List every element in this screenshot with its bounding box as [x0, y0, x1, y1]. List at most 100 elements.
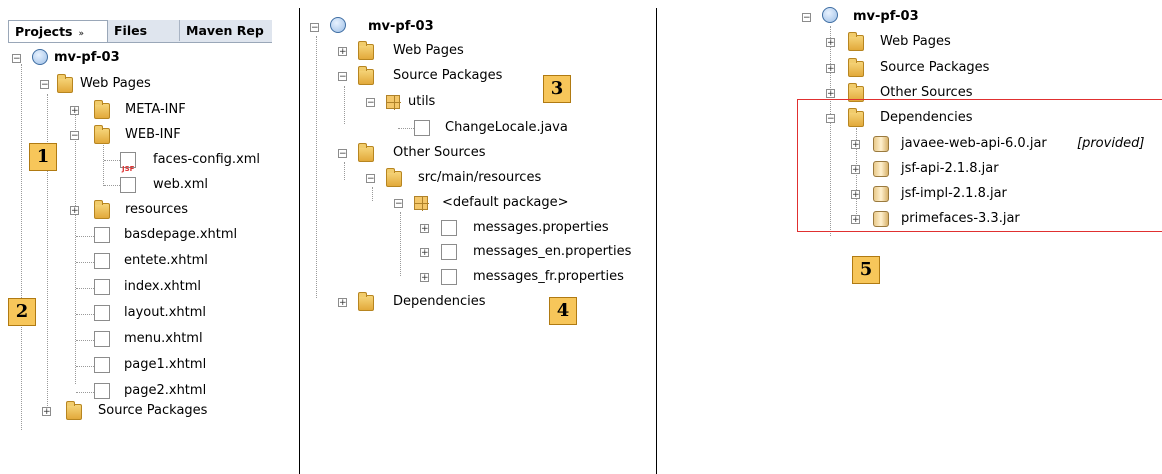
project-name: mv-pf-03	[54, 50, 120, 65]
jar-icon	[873, 186, 889, 202]
xhtml-file-icon	[94, 357, 110, 373]
tab-maven-label: Maven Rep	[186, 23, 264, 38]
project-name: mv-pf-03	[368, 19, 434, 34]
properties-label: messages_fr.properties	[473, 269, 624, 284]
jsf-config-file-icon: JSF	[120, 152, 136, 173]
separator	[299, 8, 300, 474]
web-xml-label: web.xml	[153, 177, 208, 192]
provided-scope-tag: [provided]	[1077, 136, 1145, 151]
dependencies-folder-icon	[848, 108, 864, 127]
xhtml-file-icon	[94, 227, 110, 243]
separator	[656, 8, 657, 474]
dependencies-label: Dependencies	[393, 294, 486, 309]
expand-icon[interactable]: +	[42, 407, 51, 417]
web-pages-label: Web Pages	[880, 34, 951, 49]
file-label: menu.xhtml	[124, 331, 203, 346]
tab-files[interactable]: Files	[108, 20, 180, 41]
collapse-icon[interactable]: −	[338, 72, 347, 82]
tab-maven-repositories[interactable]: Maven Rep	[180, 20, 272, 41]
collapse-icon[interactable]: −	[310, 23, 319, 33]
tab-bar: Projects » Files Maven Rep	[8, 20, 272, 43]
web-folder-icon	[57, 74, 73, 93]
collapse-icon[interactable]: −	[70, 131, 79, 141]
default-package-label: <default package>	[442, 195, 569, 210]
folder-icon	[94, 100, 110, 119]
expand-icon[interactable]: +	[420, 248, 429, 258]
folder-icon	[94, 125, 110, 144]
file-label: page2.xhtml	[124, 383, 207, 398]
dependencies-label: Dependencies	[880, 110, 973, 125]
expand-icon[interactable]: +	[338, 298, 347, 308]
web-folder-icon	[848, 32, 864, 51]
jar-icon	[873, 211, 889, 227]
expand-icon[interactable]: +	[420, 273, 429, 283]
properties-file-icon	[441, 220, 457, 236]
source-folder-icon	[358, 66, 374, 85]
source-packages-label: Source Packages	[880, 60, 990, 75]
file-label: basdepage.xhtml	[124, 227, 238, 242]
collapse-icon[interactable]: −	[826, 114, 835, 124]
expand-icon[interactable]: +	[420, 224, 429, 234]
resources-label: resources	[125, 202, 189, 217]
jar-label: primefaces-3.3.jar	[901, 211, 1020, 226]
jar-icon	[873, 161, 889, 177]
jar-label: jsf-impl-2.1.8.jar	[901, 186, 1007, 201]
collapse-icon[interactable]: −	[394, 199, 403, 209]
file-label: index.xhtml	[124, 279, 202, 294]
expand-icon[interactable]: +	[826, 64, 835, 74]
callout-badge-2: 2	[8, 298, 36, 326]
expand-icon[interactable]: +	[851, 165, 860, 175]
web-pages-label: Web Pages	[80, 76, 151, 91]
callout-badge-5: 5	[852, 256, 880, 284]
properties-label: messages_en.properties	[473, 244, 632, 259]
collapse-icon[interactable]: −	[40, 80, 49, 90]
tab-close-icon[interactable]: »	[79, 29, 85, 39]
xhtml-file-icon	[94, 253, 110, 269]
globe-project-icon	[330, 17, 346, 33]
package-icon	[414, 196, 429, 211]
expand-icon[interactable]: +	[851, 190, 860, 200]
folder-icon	[386, 168, 402, 187]
collapse-icon[interactable]: −	[366, 174, 375, 184]
expand-icon[interactable]: +	[70, 106, 79, 116]
faces-config-label: faces-config.xml	[153, 152, 261, 167]
project-name: mv-pf-03	[853, 9, 919, 24]
tab-projects-label: Projects	[15, 24, 73, 39]
jar-label: jsf-api-2.1.8.jar	[901, 161, 999, 176]
collapse-icon[interactable]: −	[12, 54, 21, 64]
web-inf-label: WEB-INF	[125, 127, 181, 142]
file-label: entete.xhtml	[124, 253, 208, 268]
expand-icon[interactable]: +	[851, 215, 860, 225]
expand-icon[interactable]: +	[338, 47, 347, 57]
package-icon	[386, 95, 401, 110]
source-folder-icon	[848, 58, 864, 77]
file-label: page1.xhtml	[124, 357, 207, 372]
properties-file-icon	[441, 269, 457, 285]
collapse-icon[interactable]: −	[366, 98, 375, 108]
tab-projects[interactable]: Projects »	[8, 20, 108, 42]
source-packages-label: Source Packages	[98, 403, 208, 418]
xhtml-file-icon	[94, 383, 110, 399]
globe-project-icon	[822, 7, 838, 23]
xhtml-file-icon	[94, 331, 110, 347]
expand-icon[interactable]: +	[826, 89, 835, 99]
collapse-icon[interactable]: −	[338, 149, 347, 159]
dependencies-folder-icon	[358, 292, 374, 311]
xhtml-file-icon	[94, 305, 110, 321]
xml-file-icon	[120, 177, 136, 193]
change-locale-label: ChangeLocale.java	[445, 120, 568, 135]
projects-panel: Projects » Files Maven Rep − mv-pf-03 − W…	[0, 0, 272, 430]
other-sources-folder-icon	[358, 143, 374, 162]
java-class-icon	[414, 120, 430, 136]
globe-project-icon	[32, 49, 48, 65]
callout-badge-3: 3	[543, 75, 571, 103]
expand-icon[interactable]: +	[851, 140, 860, 150]
source-packages-label: Source Packages	[393, 68, 503, 83]
expand-icon[interactable]: +	[826, 38, 835, 48]
tab-files-label: Files	[114, 23, 148, 38]
file-label: layout.xhtml	[124, 305, 206, 320]
collapse-icon[interactable]: −	[802, 13, 811, 23]
source-folder-icon	[66, 401, 82, 420]
expand-icon[interactable]: +	[70, 206, 79, 216]
xhtml-file-icon	[94, 279, 110, 295]
